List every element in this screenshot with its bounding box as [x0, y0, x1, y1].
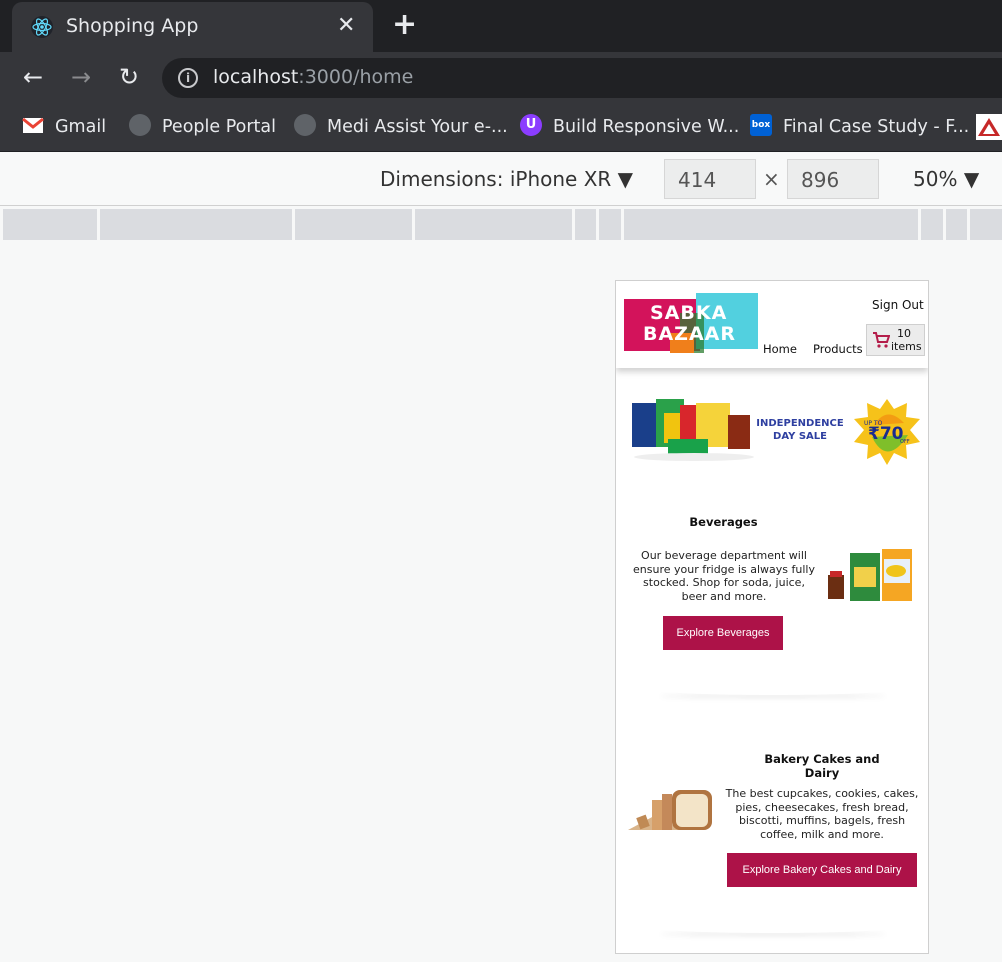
device-toolbar: Dimensions: iPhone XR ▼ 414 × 896 50% ▼ [0, 153, 1002, 206]
dropdown-arrow-icon: ▼ [617, 167, 634, 191]
browser-tab[interactable]: Shopping App ✕ [12, 2, 373, 52]
bookmark-gmail[interactable]: Gmail [22, 115, 106, 141]
discount-label: UP TO ₹70 OFF [862, 413, 910, 457]
explore-bakery-button[interactable]: Explore Bakery Cakes and Dairy [727, 853, 917, 887]
bakery-bread-image [628, 790, 712, 830]
browser-toolbar: ← → ↻ i localhost:3000/home [0, 52, 1002, 104]
category-description: Our beverage department will ensure your… [633, 549, 815, 603]
react-icon [31, 16, 53, 38]
banner-headline: INDEPENDENCE DAY SALE [754, 417, 846, 443]
back-arrow-icon[interactable]: ← [19, 64, 47, 92]
media-query-bar[interactable] [970, 209, 1002, 240]
nav-home-link[interactable]: Home [763, 342, 797, 356]
url-host: localhost [213, 66, 299, 88]
bookmark-overflow-icon[interactable] [976, 114, 1002, 140]
dropdown-arrow-icon: ▼ [963, 167, 980, 191]
app-header: SABKA BAZAAR Sign Out Home Products 10 i… [616, 281, 928, 368]
category-title: Beverages [689, 515, 758, 529]
cart-button[interactable]: 10 items [866, 324, 925, 356]
info-icon[interactable]: i [178, 68, 198, 88]
bookmarks-bar: Gmail People Portal Medi Assist Your e-.… [0, 104, 1002, 152]
dimension-separator: × [763, 167, 780, 191]
section-divider [656, 685, 890, 695]
logo-text: SABKA [650, 302, 728, 324]
section-divider [656, 923, 890, 933]
cart-count: 10 [897, 327, 911, 340]
media-query-bar[interactable] [3, 209, 97, 240]
offer-banner[interactable]: INDEPENDENCE DAY SALE UP TO ₹70 OFF [624, 393, 920, 471]
sabka-bazaar-logo[interactable]: SABKA BAZAAR [624, 293, 758, 353]
banner-line: INDEPENDENCE [756, 418, 844, 429]
url-path: :3000/home [298, 66, 414, 88]
new-tab-button[interactable]: + [392, 10, 417, 40]
category-description: The best cupcakes, cookies, cakes, pies,… [725, 787, 919, 841]
media-query-ruler [0, 207, 1002, 240]
device-dimensions-select[interactable]: Dimensions: iPhone XR ▼ [380, 167, 633, 191]
bookmark-people-portal[interactable]: People Portal [129, 114, 276, 141]
bookmark-label: Final Case Study - F... [783, 117, 970, 137]
device-viewport: SABKA BAZAAR Sign Out Home Products 10 i… [615, 280, 929, 954]
cart-items-label: items [891, 340, 922, 353]
forward-arrow-icon[interactable]: → [67, 64, 95, 92]
bookmark-medi-assist[interactable]: Medi Assist Your e-... [294, 114, 508, 141]
cart-icon [873, 332, 890, 348]
banner-line: DAY SALE [773, 431, 827, 442]
globe-icon [129, 114, 151, 136]
bookmark-label: Build Responsive W... [553, 117, 740, 137]
tea-products-image [632, 399, 754, 461]
media-query-bar[interactable] [295, 209, 412, 240]
media-query-bar[interactable] [921, 209, 943, 240]
gmail-icon [22, 117, 44, 133]
device-label: Dimensions: iPhone XR [380, 167, 612, 191]
zoom-label: 50% [913, 167, 958, 191]
close-tab-icon[interactable]: ✕ [337, 14, 355, 38]
media-query-bar[interactable] [946, 209, 967, 240]
globe-icon [294, 114, 316, 136]
discount-suffix: OFF [900, 439, 910, 445]
box-icon: box [750, 114, 772, 136]
bookmark-build-responsive[interactable]: U Build Responsive W... [520, 114, 740, 141]
logo-text: BAZAAR [643, 323, 737, 345]
media-query-bar[interactable] [575, 209, 596, 240]
beverages-image [828, 549, 912, 601]
nav-products-link[interactable]: Products [813, 342, 863, 356]
device-height-input[interactable]: 896 [787, 159, 879, 199]
browser-titlebar: Shopping App ✕ + [0, 0, 1002, 52]
media-query-bar[interactable] [415, 209, 572, 240]
sign-out-link[interactable]: Sign Out [872, 298, 924, 312]
bookmark-label: Medi Assist Your e-... [327, 117, 508, 137]
explore-beverages-button[interactable]: Explore Beverages [663, 616, 783, 650]
tab-title: Shopping App [66, 15, 199, 37]
bookmark-label: People Portal [162, 117, 276, 137]
zoom-select[interactable]: 50% ▼ [913, 167, 979, 191]
category-title: Bakery Cakes and Dairy [764, 752, 880, 780]
reload-icon[interactable]: ↻ [115, 64, 143, 92]
media-query-bar[interactable] [599, 209, 621, 240]
bookmark-label: Gmail [55, 117, 107, 137]
address-bar[interactable]: i localhost:3000/home [162, 58, 1002, 98]
discount-value: ₹70 [868, 424, 904, 444]
udemy-icon: U [520, 114, 542, 136]
media-query-bar[interactable] [100, 209, 292, 240]
bookmark-final-case-study[interactable]: box Final Case Study - F... [750, 114, 970, 141]
url-text[interactable]: localhost:3000/home [213, 66, 413, 88]
media-query-bar[interactable] [624, 209, 918, 240]
device-width-input[interactable]: 414 [664, 159, 756, 199]
